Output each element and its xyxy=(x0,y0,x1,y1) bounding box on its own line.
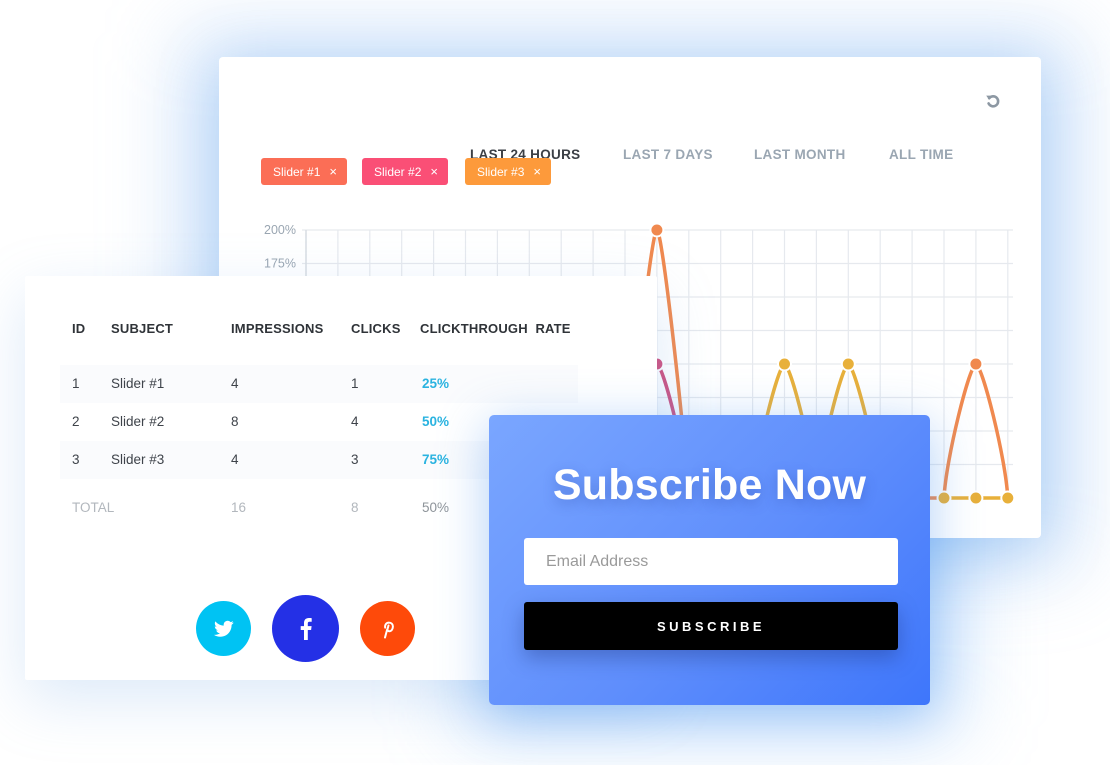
y-tick-label: 175% xyxy=(264,257,296,271)
table-row[interactable]: 1 Slider #1 4 1 25% xyxy=(60,365,578,403)
cell-rate: 50% xyxy=(422,414,450,429)
header-id: ID xyxy=(72,321,86,336)
data-point xyxy=(649,222,665,238)
total-label: TOTAL xyxy=(72,500,115,515)
data-point xyxy=(840,356,856,372)
header-clicks: CLICKS xyxy=(351,321,401,336)
data-point xyxy=(968,356,984,372)
total-clicks: 8 xyxy=(351,500,359,515)
cell-id: 3 xyxy=(72,452,80,467)
subscribe-panel: Subscribe Now SUBSCRIBE xyxy=(489,415,930,705)
cell-subject: Slider #2 xyxy=(111,414,165,429)
facebook-icon xyxy=(300,617,312,640)
subscribe-title: Subscribe Now xyxy=(552,461,867,509)
cell-subject: Slider #3 xyxy=(111,452,165,467)
cell-impressions: 8 xyxy=(231,414,239,429)
cell-id: 1 xyxy=(72,376,80,391)
facebook-share-button[interactable] xyxy=(272,595,339,662)
cell-clicks: 4 xyxy=(351,414,359,429)
twitter-share-button[interactable] xyxy=(196,601,251,656)
y-tick-label: 200% xyxy=(264,223,296,237)
cell-rate: 25% xyxy=(422,376,450,391)
cell-clicks: 3 xyxy=(351,452,359,467)
twitter-icon xyxy=(213,620,234,637)
data-point xyxy=(1000,490,1016,506)
cell-clicks: 1 xyxy=(351,376,359,391)
pinterest-share-button[interactable] xyxy=(360,601,415,656)
pinterest-icon xyxy=(383,621,394,638)
data-point xyxy=(968,490,984,506)
cell-impressions: 4 xyxy=(231,452,239,467)
cell-rate: 75% xyxy=(422,452,450,467)
header-impressions: IMPRESSIONS xyxy=(231,321,324,336)
cell-impressions: 4 xyxy=(231,376,239,391)
data-point xyxy=(777,356,792,372)
subscribe-button[interactable]: SUBSCRIBE xyxy=(524,602,898,650)
header-clickthrough-rate: CLICKTHROUGH RATE xyxy=(420,321,571,336)
data-point xyxy=(936,490,952,506)
cell-subject: Slider #1 xyxy=(111,376,165,391)
email-field[interactable] xyxy=(524,538,898,585)
cell-id: 2 xyxy=(72,414,80,429)
header-subject: SUBJECT xyxy=(111,321,174,336)
total-impressions: 16 xyxy=(231,500,247,515)
total-rate: 50% xyxy=(422,500,450,515)
